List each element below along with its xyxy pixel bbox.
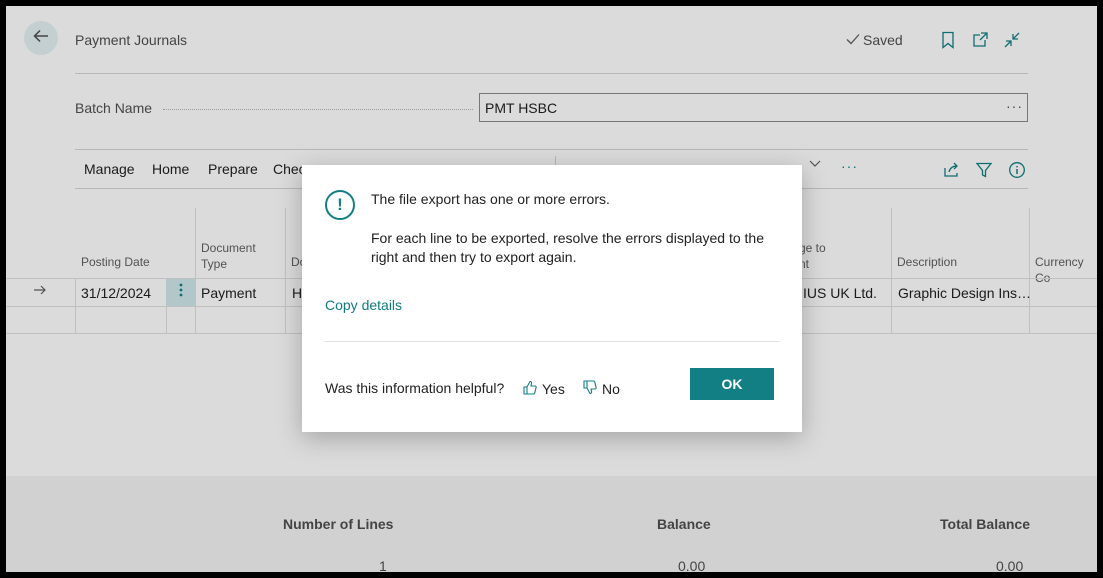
feedback-yes-label: Yes [542, 381, 565, 397]
feedback-no-label: No [602, 381, 620, 397]
exclamation-icon: ! [325, 190, 355, 220]
feedback-yes-button[interactable]: Yes [523, 380, 565, 398]
thumbs-up-icon [523, 380, 537, 398]
dialog-divider [325, 341, 779, 342]
feedback-no-button[interactable]: No [583, 380, 620, 398]
ok-button[interactable]: OK [690, 368, 774, 400]
helpful-question: Was this information helpful? [325, 380, 505, 396]
dialog-detail: For each line to be exported, resolve th… [371, 230, 764, 265]
dialog-message: The file export has one or more errors. [371, 191, 610, 207]
copy-details-link[interactable]: Copy details [325, 297, 402, 313]
thumbs-down-icon [583, 380, 597, 398]
page-frame: Payment Journals Saved Batch Name PMT HS… [6, 6, 1097, 572]
error-dialog: ! The file export has one or more errors… [302, 165, 802, 432]
